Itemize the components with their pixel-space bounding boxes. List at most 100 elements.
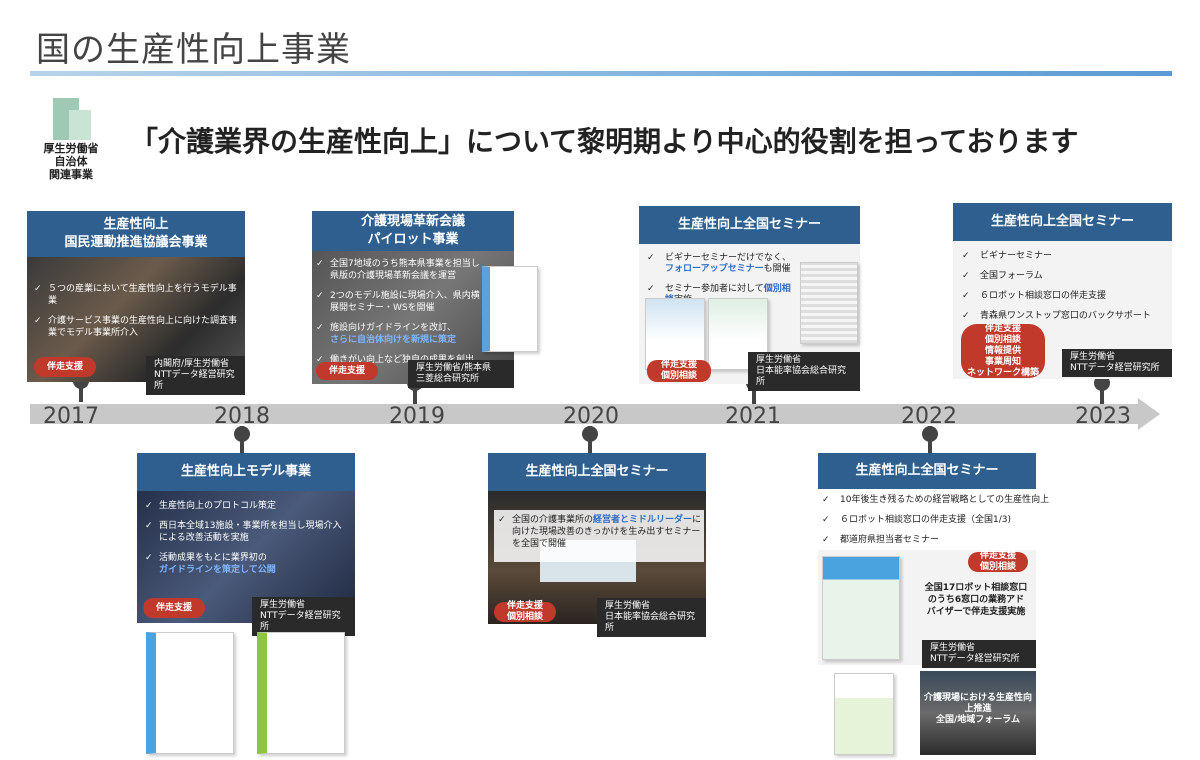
title-underline bbox=[30, 71, 1172, 76]
card-2019-org: 厚生労働省/熊本県 三菱総合研究所 bbox=[408, 360, 514, 388]
card-2023-pill-item: 個別相談 bbox=[984, 334, 1021, 345]
card-2022-bullet: 10年後生き残るための経営戦略としての生産性向上 bbox=[820, 495, 1050, 506]
card-2020-pill2: 個別相談 bbox=[506, 612, 543, 622]
card-2019-title1: 介護現場革新会議 bbox=[360, 214, 465, 229]
timeline-dot bbox=[234, 426, 250, 442]
card-2021-org2: 日本能率協会総合研究所 bbox=[756, 366, 847, 387]
card-2021-b1c: も開催 bbox=[763, 264, 791, 274]
card-2018-b3b: ガイドラインを策定して公開 bbox=[159, 565, 276, 575]
card-2020-pill1: 伴走支援 bbox=[506, 601, 543, 611]
card-2023-bullet: ６ロボット相談窓口の伴走支援 bbox=[960, 291, 1166, 302]
card-2019-b3b: さらに自治体向けを新規に策定 bbox=[330, 335, 457, 345]
card-2019-header: 介護現場革新会議 パイロット事業 bbox=[312, 211, 514, 251]
card-2020-org1: 厚生労働省 bbox=[605, 601, 651, 611]
card-2018-org1: 厚生労働省 bbox=[260, 600, 306, 610]
card-2017-org: 内閣府/厚生労働省 NTTデータ経営研究所 bbox=[146, 356, 245, 395]
card-2021-pill: 伴走支援 個別相談 bbox=[647, 360, 711, 382]
card-2021-pill1: 伴走支援 bbox=[660, 360, 697, 370]
card-2023-org2: NTTデータ経営研究所 bbox=[1070, 363, 1160, 373]
year-2023: 2023 bbox=[1075, 404, 1131, 429]
card-2023-pill-item: 伴走支援 bbox=[984, 323, 1021, 334]
org-line3: 関連事業 bbox=[49, 168, 93, 181]
card-2022-bullet: ６ロボット相談窓口の伴走支援（全国1/3) bbox=[820, 515, 1050, 526]
card-2020-bullet: 全国の介護事業所の経営者とミドルリーダーに向けた現場改善のきっかけを生み出すセミ… bbox=[496, 514, 702, 550]
timeline-dot bbox=[922, 426, 938, 442]
card-2022-pill2: 個別相談 bbox=[979, 562, 1016, 572]
card-2022-pill1: 伴走支援 bbox=[979, 551, 1016, 561]
card-2019-pill: 伴走支援 bbox=[316, 362, 378, 380]
card-2022-flyer bbox=[822, 556, 900, 660]
card-2023-pill-item: ネットワーク構築 bbox=[966, 367, 1039, 378]
card-2023-title: 生産性向上全国セミナー bbox=[990, 214, 1134, 229]
card-2022-bullets: 10年後生き残るための経営戦略としての生産性向上 ６ロボット相談窓口の伴走支援（… bbox=[820, 495, 1050, 555]
card-2019-b3a: 施設向けガイドラインを改訂、 bbox=[330, 323, 457, 333]
card-2022-caption1: 介護現場における生産性向上推進 bbox=[923, 693, 1032, 714]
card-2022-title: 生産性向上全国セミナー bbox=[855, 463, 999, 478]
card-2019-org1: 厚生労働省/熊本県 bbox=[416, 363, 492, 373]
card-2020-org: 厚生労働省 日本能率協会総合研究所 bbox=[597, 598, 706, 637]
card-2017-title1: 生産性向上 bbox=[103, 217, 169, 232]
year-2017: 2017 bbox=[43, 404, 99, 429]
building-icon bbox=[47, 98, 95, 140]
org-block: 厚生労働省 自治体 関連事業 bbox=[36, 98, 106, 181]
card-2022-org1: 厚生労働省 bbox=[930, 643, 976, 653]
card-2018-guideline-doc bbox=[146, 632, 234, 754]
card-2021-newspaper bbox=[800, 262, 858, 344]
card-2023-bullets: ビギナーセミナー 全国フォーラム ６ロボット相談窓口の伴走支援 青森県ワンストッ… bbox=[960, 251, 1166, 331]
card-2020-header: 生産性向上全国セミナー bbox=[488, 453, 706, 491]
timeline-dot bbox=[582, 426, 598, 442]
card-2023-bullet: 全国フォーラム bbox=[960, 271, 1166, 282]
card-2022-bullet: 都道府県担当者セミナー bbox=[820, 535, 1050, 546]
card-2022-org2: NTTデータ経営研究所 bbox=[930, 654, 1020, 664]
card-2022-poster-text: 全国17ロボット相談窓口のうち6窓口の業務アドバイザーで伴走支援実施 bbox=[924, 583, 1028, 617]
card-2021-org1: 厚生労働省 bbox=[756, 355, 802, 365]
card-2018-bullet: 西日本全域13施設・事業所を担当し現場介入による改善活動を実施 bbox=[143, 520, 349, 544]
org-line2: 自治体 bbox=[54, 155, 88, 168]
card-2018-org: 厚生労働省 NTTデータ経営研究所 bbox=[252, 597, 355, 636]
card-2019-org2: 三菱総合研究所 bbox=[416, 374, 480, 384]
card-2023-pill-item: 事業周知 bbox=[984, 356, 1021, 367]
card-2022-flyer-2 bbox=[834, 673, 894, 755]
card-2020-org2: 日本能率協会総合研究所 bbox=[605, 612, 696, 633]
card-2018-bullet: 活動成果をもとに業界初のガイドラインを策定して公開 bbox=[143, 552, 349, 576]
card-2021-title: 生産性向上全国セミナー bbox=[677, 217, 821, 232]
card-2018-bullet: 生産性向上のプロトコル策定 bbox=[143, 500, 349, 512]
card-2017-org2: NTTデータ経営研究所 bbox=[154, 370, 235, 391]
card-2023-bullet: 青森県ワンストップ窓口のバックサポート bbox=[960, 311, 1166, 322]
card-2023-org: 厚生労働省 NTTデータ経営研究所 bbox=[1062, 349, 1172, 377]
card-2019-bullet: 施設向けガイドラインを改訂、さらに自治体向けを新規に策定 bbox=[314, 322, 486, 346]
card-2021-bullet: ビギナーセミナーだけでなく、フォローアップセミナーも開催 bbox=[645, 253, 795, 275]
card-2018-header: 生産性向上モデル事業 bbox=[137, 453, 355, 491]
card-2022-pill: 伴走支援 個別相談 bbox=[968, 551, 1028, 572]
card-2018-title: 生産性向上モデル事業 bbox=[180, 464, 311, 479]
card-2018-bullets: 生産性向上のプロトコル策定 西日本全域13施設・事業所を担当し現場介入による改善… bbox=[143, 500, 349, 584]
timeline-arrowhead bbox=[1138, 398, 1160, 430]
card-2020-bullets: 全国の介護事業所の経営者とミドルリーダーに向けた現場改善のきっかけを生み出すセミ… bbox=[494, 510, 704, 562]
card-2021-pill2: 個別相談 bbox=[660, 371, 697, 381]
card-2022-org: 厚生労働省 NTTデータ経営研究所 bbox=[922, 640, 1036, 668]
card-2018-b3a: 活動成果をもとに業界初の bbox=[159, 553, 267, 563]
card-2023-pill: 伴走支援 個別相談 情報提供 事業周知 ネットワーク構築 bbox=[961, 324, 1045, 378]
card-2019-bullet: 全国7地域のうち熊本県事業を担当し県版の介護現場革新会議を運営 bbox=[314, 258, 486, 282]
page-title: 国の生産性向上事業 bbox=[36, 30, 351, 70]
card-2020-pill: 伴走支援 個別相談 bbox=[494, 601, 556, 622]
year-2021: 2021 bbox=[725, 404, 781, 429]
card-2023-header: 生産性向上全国セミナー bbox=[953, 203, 1172, 241]
card-2020-b1a: 全国の介護事業所の bbox=[512, 515, 594, 525]
card-2017-org1: 内閣府/厚生労働省 bbox=[154, 359, 230, 369]
card-2023-pill-item: 情報提供 bbox=[984, 345, 1021, 356]
year-2019: 2019 bbox=[389, 404, 445, 429]
card-2023-bullet: ビギナーセミナー bbox=[960, 251, 1166, 262]
card-2018-guideline-doc bbox=[257, 632, 345, 754]
card-2017-bullet: 介護サービス事業の生産性向上に向けた調査事業でモデル事業所介入 bbox=[32, 315, 242, 339]
card-2020-b1b: 経営者とミドルリーダー bbox=[593, 515, 693, 525]
card-2017-title2: 国民運動推進協議会事業 bbox=[64, 235, 208, 250]
card-2017-header: 生産性向上 国民運動推進協議会事業 bbox=[27, 211, 245, 257]
org-line1: 厚生労働省 bbox=[43, 142, 99, 155]
card-2020-title: 生産性向上全国セミナー bbox=[525, 464, 669, 479]
card-2022-forum-caption: 介護現場における生産性向上推進 全国/地域フォーラム bbox=[920, 693, 1036, 726]
card-2021-b2a: セミナー参加者に対して bbox=[665, 284, 764, 294]
card-2019-bullet: 2つのモデル施設に現場介入、県内横展開セミナー・WSを開催 bbox=[314, 290, 486, 314]
card-2018-org2: NTTデータ経営研究所 bbox=[260, 611, 341, 632]
card-2017-pill: 伴走支援 bbox=[34, 357, 96, 377]
